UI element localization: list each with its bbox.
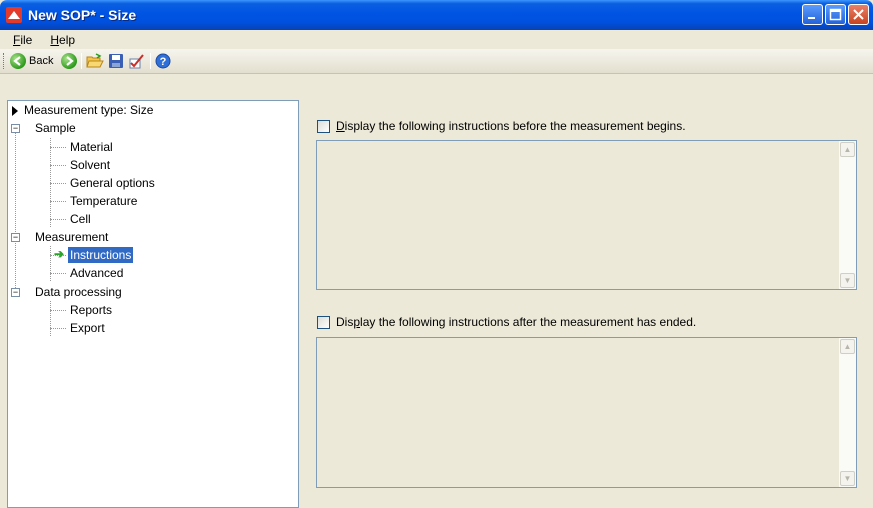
before-scrollbar[interactable]: ▲ ▼ [839,141,856,289]
collapse-measurement-icon[interactable]: − [11,233,20,242]
open-folder-icon [86,53,105,68]
menu-file[interactable]: File [10,33,35,47]
minimize-button[interactable] [802,4,823,25]
after-instructions-checkbox[interactable] [317,316,330,329]
toolbar-separator [81,53,83,69]
after-label-pre: Dis [336,315,354,329]
tree-item-data-processing[interactable]: Data processing [35,284,122,300]
tree-item-advanced[interactable]: Advanced [70,265,123,281]
tree-item-sample[interactable]: Sample [35,120,76,136]
tree-guide-line [50,147,66,148]
toolbar-grip[interactable] [3,53,6,69]
open-button[interactable] [86,51,105,71]
tree-guide-line [50,328,66,329]
forward-button[interactable] [61,51,78,71]
tree-item-reports[interactable]: Reports [70,302,112,318]
tree-guide-line [15,124,16,296]
menu-help[interactable]: Help [47,33,78,47]
collapse-sample-icon[interactable]: − [11,124,20,133]
close-button[interactable] [848,4,869,25]
tree-guide-line [50,219,66,220]
tree-item-measurement[interactable]: Measurement [35,229,108,245]
tree-item-cell[interactable]: Cell [70,211,91,227]
tree-item-instructions[interactable]: Instructions [68,247,134,263]
menu-bar: File Help [0,30,873,49]
tree-guide-line [50,273,66,274]
sop-tree[interactable]: Measurement type: Size − Sample Material… [7,100,299,508]
back-arrow-icon [10,53,26,69]
menu-help-label: elp [59,32,76,47]
current-node-arrow-icon [12,106,18,116]
svg-text:?: ? [160,56,167,68]
tree-guide-line [50,310,66,311]
after-scrollbar[interactable]: ▲ ▼ [839,338,856,487]
collapse-data-processing-icon[interactable]: − [11,288,20,297]
tree-guide-line [50,165,66,166]
after-instructions-textarea[interactable]: ▲ ▼ [316,337,857,488]
tree-item-root[interactable]: Measurement type: Size [24,102,153,118]
back-label: Back [29,55,54,67]
app-icon [6,7,22,23]
tree-guide-line [50,201,66,202]
edit-button[interactable] [128,51,146,71]
back-button[interactable]: Back [10,51,53,71]
check-edit-icon [129,54,145,69]
tree-guide-line [50,301,51,336]
green-arrow-icon: ➔ [54,247,65,261]
window-title: New SOP* - Size [28,7,137,23]
before-instructions-checkbox[interactable] [317,120,330,133]
menu-file-label: ile [20,32,33,47]
toolbar: Back ? [0,49,873,74]
tree-guide-line [50,246,51,281]
tree-item-export[interactable]: Export [70,320,105,336]
save-button[interactable] [108,51,124,71]
forward-arrow-icon [61,53,78,69]
title-bar: New SOP* - Size [0,0,873,30]
before-instructions-label[interactable]: Display the following instructions befor… [336,119,686,133]
tree-item-solvent[interactable]: Solvent [70,157,110,173]
scroll-down-icon[interactable]: ▼ [840,471,855,486]
tree-item-temperature[interactable]: Temperature [70,193,137,209]
floppy-disk-icon [109,54,124,68]
before-instructions-textarea[interactable]: ▲ ▼ [316,140,857,290]
tree-item-general-options[interactable]: General options [70,175,155,191]
before-label-post: isplay the following instructions before… [344,119,686,133]
tree-guide-line [50,183,66,184]
help-button[interactable]: ? [155,51,171,71]
after-instructions-label[interactable]: Display the following instructions after… [336,315,696,329]
scroll-up-icon[interactable]: ▲ [840,142,855,157]
after-label-post: lay the following instructions after the… [360,315,697,329]
menu-help-mnemonic: H [50,32,60,47]
help-icon: ? [155,53,171,69]
before-label-mnemonic: D [336,119,345,133]
toolbar-separator [150,53,152,69]
maximize-button[interactable] [825,4,846,25]
tree-item-material[interactable]: Material [70,139,113,155]
scroll-down-icon[interactable]: ▼ [840,273,855,288]
scroll-up-icon[interactable]: ▲ [840,339,855,354]
